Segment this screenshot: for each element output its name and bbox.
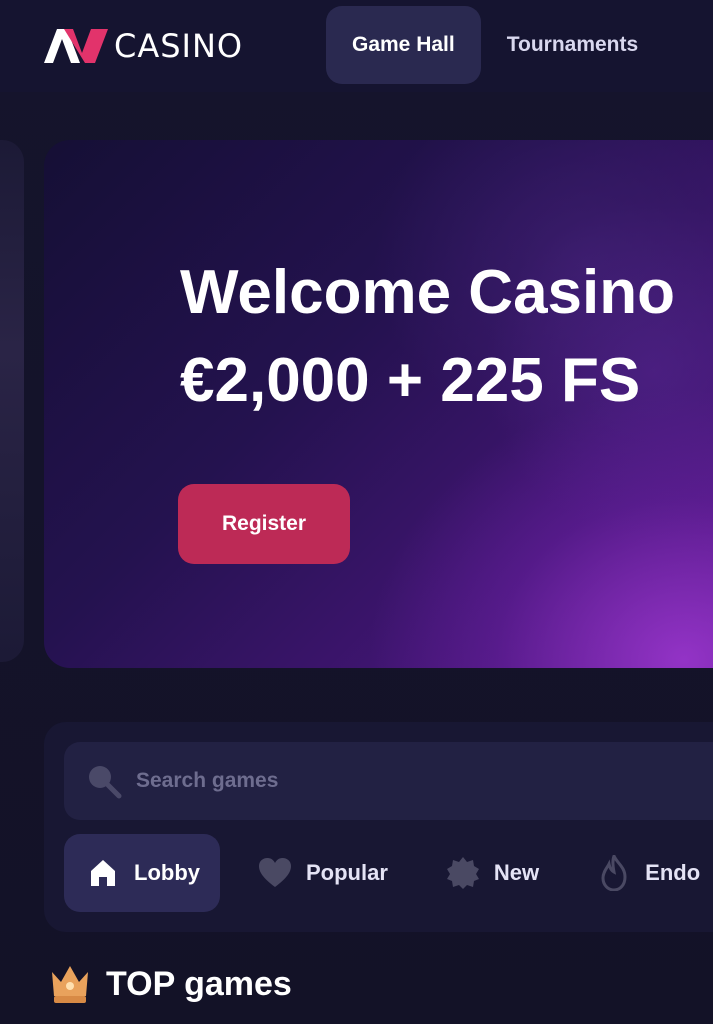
casino-logo[interactable]: CASINO <box>44 28 243 64</box>
banner-title: Welcome Casino <box>180 258 676 327</box>
crown-icon <box>52 966 88 1003</box>
nav-tournaments[interactable]: Tournaments <box>481 6 664 84</box>
game-filter-panel: Lobby Popular New <box>44 722 713 932</box>
category-new[interactable]: New <box>424 834 559 912</box>
banner-bonus-amount: €2,000 + 225 FS <box>180 346 641 415</box>
category-endo[interactable]: Endo <box>575 834 713 912</box>
top-header: CASINO Game Hall Tournaments <box>0 0 713 92</box>
main-nav: Game Hall Tournaments <box>326 6 664 84</box>
nav-game-hall[interactable]: Game Hall <box>326 6 481 84</box>
category-popular[interactable]: Popular <box>236 834 408 912</box>
register-button[interactable]: Register <box>178 484 350 564</box>
section-title: TOP games <box>106 964 292 1003</box>
flame-icon <box>597 855 631 891</box>
category-tabs: Lobby Popular New Endo <box>64 834 713 912</box>
av-logo-mark-icon <box>44 29 108 63</box>
search-icon <box>89 766 122 799</box>
logo-text: CASINO <box>114 27 244 65</box>
home-icon <box>86 856 120 890</box>
category-lobby[interactable]: Lobby <box>64 834 220 912</box>
new-badge-icon <box>446 856 480 890</box>
category-label: Lobby <box>134 860 200 885</box>
category-label: New <box>493 860 540 885</box>
search-bar[interactable] <box>64 742 713 820</box>
category-label: Popular <box>306 860 388 885</box>
top-games-heading: TOP games <box>46 962 292 1006</box>
heart-icon <box>258 856 292 890</box>
category-label: Endo <box>645 860 701 885</box>
welcome-banner: Welcome Casino €2,000 + 225 FS Register <box>44 140 713 668</box>
page: CASINO Game Hall Tournaments Welcome Cas… <box>0 0 713 1024</box>
search-input[interactable] <box>134 760 678 802</box>
previous-banner-slide[interactable] <box>0 140 24 662</box>
